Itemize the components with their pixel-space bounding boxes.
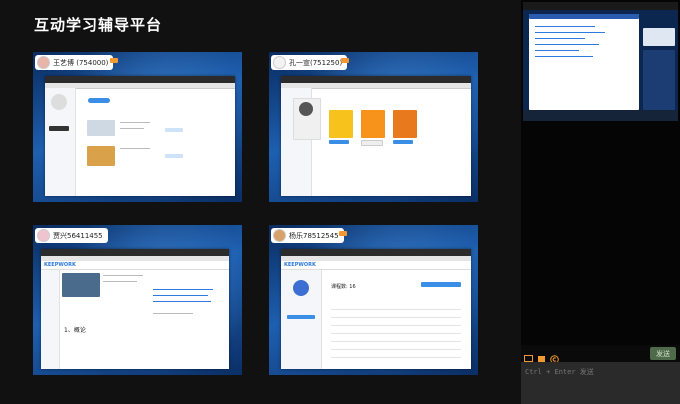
student-name: 孔一宣(751250) — [289, 58, 343, 67]
brand-logo: KEEPWORK — [41, 261, 229, 270]
student-nametag: 王艺博 (754000) — [35, 55, 114, 70]
student-tile-1[interactable]: 王艺博 (754000) — [33, 52, 242, 202]
sidebar — [41, 270, 60, 369]
sidebar — [281, 270, 322, 369]
student-nametag: 杨乐78512545 — [271, 228, 344, 243]
student-name: 贾兴56411455 — [53, 231, 103, 240]
teacher-screen-preview[interactable] — [523, 2, 678, 121]
chat-toolbar: 发送 — [521, 345, 680, 364]
shared-screen — [281, 76, 471, 196]
status-badge — [339, 231, 347, 236]
avatar — [273, 56, 286, 69]
avatar — [273, 229, 286, 242]
right-panel: 发送 — [521, 0, 680, 404]
avatar — [37, 56, 50, 69]
student-nametag: 贾兴56411455 — [35, 228, 108, 243]
student-tile-2[interactable]: 孔一宣(751250) — [269, 52, 478, 202]
student-tile-4[interactable]: 杨乐78512545 KEEPWORK 课程数: 16 — [269, 225, 478, 375]
student-tile-3[interactable]: 贾兴56411455 KEEPWORK 1、概论 — [33, 225, 242, 375]
student-name: 杨乐78512545 — [289, 231, 339, 240]
status-badge — [341, 58, 349, 63]
section-heading: 1、概论 — [64, 327, 86, 334]
page-title: 互动学习辅导平台 — [34, 16, 163, 34]
copyright-icon[interactable] — [550, 349, 559, 364]
avatar — [37, 229, 50, 242]
shared-screen: KEEPWORK 课程数: 16 — [281, 249, 471, 369]
section-heading: 课程数: 16 — [331, 284, 356, 290]
shared-screen — [45, 76, 235, 196]
chat-input[interactable] — [521, 362, 680, 404]
status-badge — [110, 58, 118, 63]
stop-icon[interactable] — [537, 349, 546, 363]
brand-logo: KEEPWORK — [281, 261, 471, 270]
screen-share-icon[interactable] — [524, 349, 533, 364]
student-name: 王艺博 (754000) — [53, 58, 109, 67]
shared-screen: KEEPWORK 1、概论 — [41, 249, 229, 369]
send-button[interactable]: 发送 — [650, 347, 676, 360]
student-nametag: 孔一宣(751250) — [271, 55, 348, 70]
sidebar — [45, 88, 76, 196]
